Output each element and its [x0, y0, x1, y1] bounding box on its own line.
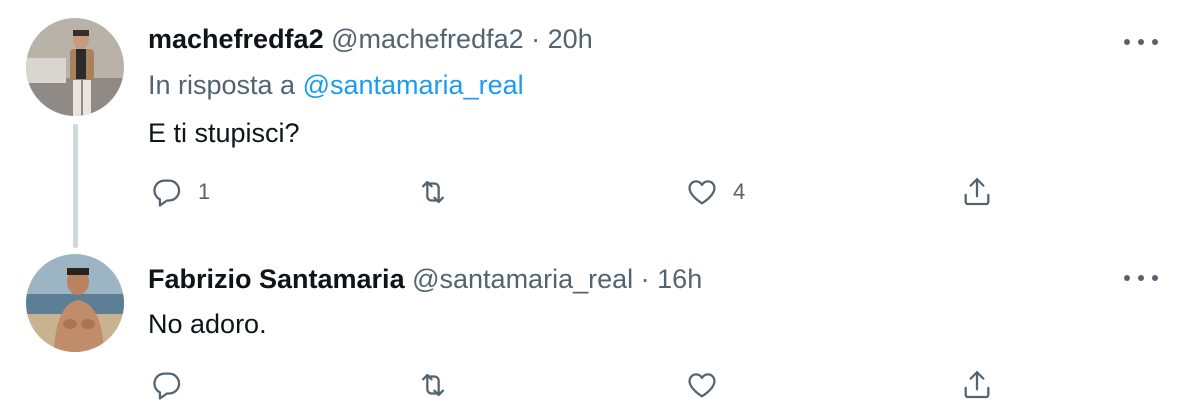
author-handle[interactable]: @machefredfa2 [331, 24, 524, 54]
heart-icon [688, 180, 716, 205]
author-handle[interactable]: @santamaria_real [412, 264, 633, 294]
separator: · [640, 264, 650, 294]
separator: · [531, 24, 541, 54]
tweet-1-actions: 1 4 [0, 172, 1182, 212]
tweet-2-actions [0, 365, 1182, 405]
reply-count: 1 [198, 179, 211, 204]
more-options-button[interactable] [1124, 32, 1158, 52]
avatar-santamaria-real[interactable] [26, 254, 124, 352]
like-button[interactable]: 4 [685, 172, 745, 212]
tweet-text: E ti stupisci? [148, 118, 300, 148]
retweet-button[interactable] [416, 172, 450, 212]
tweet-text: No adoro. [148, 309, 267, 339]
share-icon [964, 371, 990, 399]
retweet-icon [421, 180, 445, 204]
more-options-button[interactable] [1124, 268, 1158, 288]
reply-button[interactable] [150, 365, 184, 405]
replying-to: In risposta a @santamaria_real [148, 68, 524, 102]
tweet-time[interactable]: 16h [657, 264, 702, 294]
author-name[interactable]: Fabrizio Santamaria [148, 264, 405, 294]
like-count: 4 [733, 179, 746, 204]
share-button[interactable] [960, 365, 994, 405]
reply-prefix: In risposta a [148, 70, 296, 100]
retweet-icon [421, 373, 445, 397]
share-button[interactable] [960, 172, 994, 212]
like-button[interactable] [685, 365, 719, 405]
reply-button[interactable]: 1 [150, 172, 210, 212]
author-name[interactable]: machefredfa2 [148, 24, 324, 54]
reply-icon [153, 372, 181, 400]
avatar-machefredfa2[interactable] [26, 18, 124, 116]
reply-icon [153, 179, 181, 207]
tweet-2-header: Fabrizio Santamaria @santamaria_real · 1… [148, 262, 702, 296]
heart-icon [688, 373, 716, 398]
retweet-button[interactable] [416, 365, 450, 405]
share-icon [964, 178, 990, 206]
tweet-time[interactable]: 20h [548, 24, 593, 54]
tweet-1-header: machefredfa2 @machefredfa2 · 20h [148, 22, 593, 56]
reply-mention-link[interactable]: @santamaria_real [303, 70, 524, 100]
